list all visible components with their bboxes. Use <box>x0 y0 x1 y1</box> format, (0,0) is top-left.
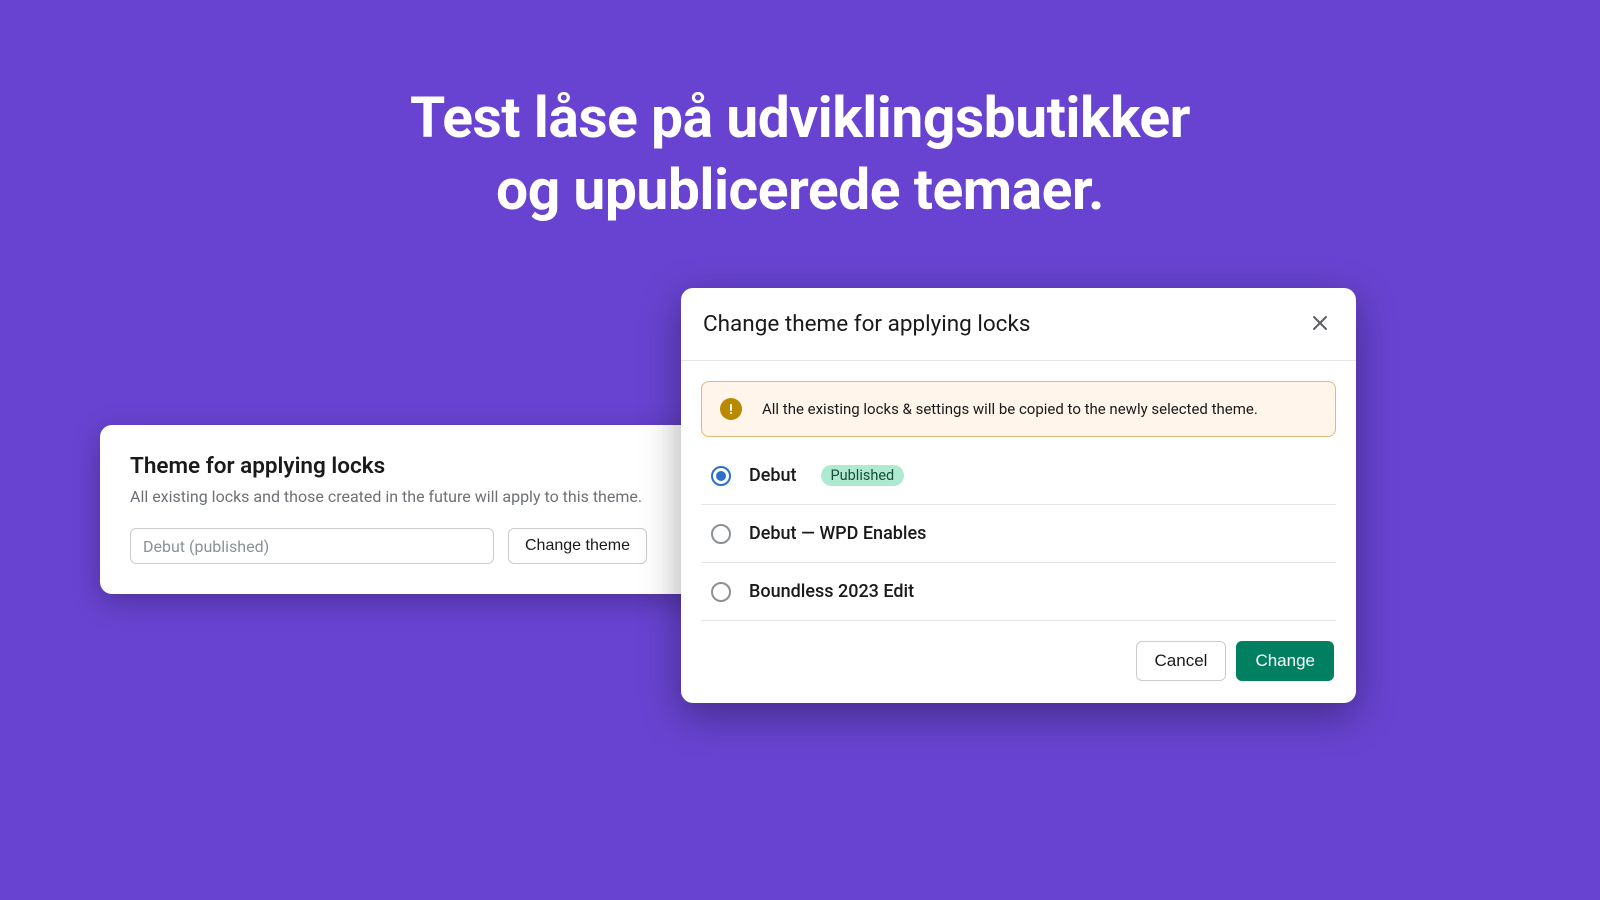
cancel-button[interactable]: Cancel <box>1136 641 1227 681</box>
warning-text: All the existing locks & settings will b… <box>762 400 1258 418</box>
modal-body: All the existing locks & settings will b… <box>681 361 1356 621</box>
theme-option-label: Debut — WPD Enables <box>749 523 926 544</box>
theme-option-debut[interactable]: Debut Published <box>701 459 1336 505</box>
theme-option-debut-wpd[interactable]: Debut — WPD Enables <box>701 505 1336 563</box>
hero-line-1: Test låse på udviklingsbutikker <box>0 82 1600 154</box>
modal-footer: Cancel Change <box>681 621 1356 703</box>
radio-debut[interactable] <box>711 466 731 486</box>
theme-option-boundless[interactable]: Boundless 2023 Edit <box>701 563 1336 621</box>
hero-line-2: og upublicerede temaer. <box>0 154 1600 226</box>
confirm-change-button-label: Change <box>1255 651 1315 671</box>
close-button[interactable] <box>1306 310 1334 338</box>
modal-header: Change theme for applying locks <box>681 288 1356 360</box>
change-theme-button-label: Change theme <box>525 537 630 555</box>
theme-options: Debut Published Debut — WPD Enables Boun… <box>701 459 1336 621</box>
modal-title: Change theme for applying locks <box>703 311 1030 337</box>
theme-card: Theme for applying locks All existing lo… <box>100 425 780 594</box>
theme-card-subtitle: All existing locks and those created in … <box>130 487 750 506</box>
radio-debut-wpd[interactable] <box>711 524 731 544</box>
radio-boundless[interactable] <box>711 582 731 602</box>
warning-icon <box>720 398 742 420</box>
change-theme-modal: Change theme for applying locks All the … <box>681 288 1356 703</box>
theme-card-title: Theme for applying locks <box>130 453 750 479</box>
theme-option-label: Debut <box>749 465 797 486</box>
warning-banner: All the existing locks & settings will b… <box>701 381 1336 437</box>
hero-heading: Test låse på udviklingsbutikker og upubl… <box>0 82 1600 227</box>
theme-input[interactable]: Debut (published) <box>130 528 494 564</box>
confirm-change-button[interactable]: Change <box>1236 641 1334 681</box>
theme-input-value: Debut (published) <box>143 537 269 556</box>
cancel-button-label: Cancel <box>1155 651 1208 671</box>
published-badge: Published <box>821 465 905 486</box>
theme-option-label: Boundless 2023 Edit <box>749 581 914 602</box>
change-theme-button[interactable]: Change theme <box>508 528 647 564</box>
close-icon <box>1310 313 1330 336</box>
